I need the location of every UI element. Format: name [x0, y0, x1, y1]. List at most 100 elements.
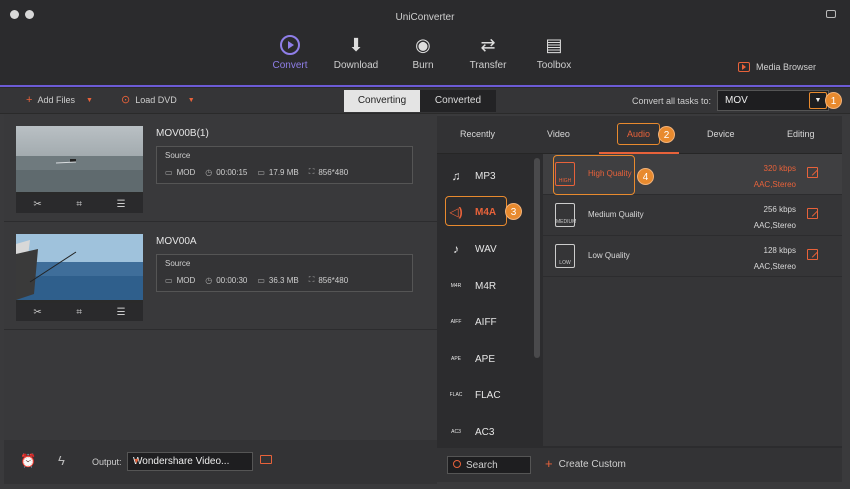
source-details: ▭ MOD ◷ 00:00:15 ▭ 17.9 MB ⛶ 856*480	[165, 167, 348, 177]
toolbox-icon: ▤	[545, 34, 563, 55]
nav-download[interactable]: ⬇ Download	[321, 34, 391, 72]
search-placeholder: Search	[466, 460, 498, 471]
conversion-tabs: Converting Converted	[344, 90, 496, 112]
bottom-bar: ⏰ ϟ Output: Wondershare Video... ▼	[4, 440, 437, 484]
video-thumbnail[interactable]: ✂ ⌗ ☰	[16, 126, 143, 213]
search-input[interactable]: Search	[447, 456, 531, 474]
chevron-down-icon: ▼	[133, 458, 140, 465]
bitrate: 128 kbps	[763, 246, 796, 255]
main-nav: Convert ⬇ Download ◉ Burn ⇄ Transfer ▤ T…	[0, 34, 850, 74]
convert-icon	[279, 34, 301, 56]
quality-specs: 128 kbps AAC,Stereo	[754, 243, 796, 275]
tab-video[interactable]: Video	[547, 129, 570, 139]
format-label: APE	[475, 353, 496, 365]
media-browser-icon	[737, 62, 750, 72]
tab-recently[interactable]: Recently	[460, 129, 495, 139]
source-size-value: 17.9 MB	[268, 167, 299, 177]
folder-icon: ▭	[257, 275, 265, 285]
trim-icon[interactable]: ✂	[33, 199, 41, 210]
format-item-mp3[interactable]: ♫ MP3	[441, 158, 531, 194]
codec: AAC,Stereo	[753, 262, 796, 271]
tab-converted[interactable]: Converted	[420, 90, 496, 112]
video-preview-image	[16, 126, 143, 192]
file-name: MOV00A	[156, 236, 197, 247]
quality-item-medium[interactable]: MEDIUM Medium Quality 256 kbps AAC,Stere…	[543, 195, 842, 236]
effects-icon[interactable]: ☰	[117, 307, 126, 318]
thumbnail-toolbar: ✂ ⌗ ☰	[16, 195, 143, 213]
format-label: M4R	[475, 280, 497, 292]
source-resolution: ⛶ 856*480	[309, 167, 348, 177]
source-info[interactable]: Source ▭ MOD ◷ 00:00:30 ▭ 36.3 MB ⛶ 856*480	[156, 254, 413, 292]
nav-toolbox[interactable]: ▤ Toolbox	[519, 34, 589, 72]
output-folder-select[interactable]: Wondershare Video... ▼	[127, 452, 253, 471]
edit-icon[interactable]	[807, 249, 818, 260]
film-icon: ▭	[165, 275, 173, 285]
source-duration: ◷ 00:00:30	[205, 275, 247, 285]
source-size: ▭ 36.3 MB	[257, 275, 298, 285]
audio-file-icon: LOW	[555, 244, 575, 268]
tab-device[interactable]: Device	[707, 129, 735, 139]
transfer-icon: ⇄	[480, 34, 496, 55]
add-files-button[interactable]: + Add Files ▼	[26, 94, 93, 106]
convert-all-select[interactable]: MOV ▼	[717, 90, 829, 111]
format-label: WAV	[475, 243, 497, 255]
create-custom-button[interactable]: + Create Custom	[545, 457, 626, 470]
media-browser-button[interactable]: Media Browser	[737, 62, 816, 72]
trim-icon[interactable]: ✂	[33, 307, 41, 318]
nav-burn[interactable]: ◉ Burn	[388, 34, 458, 72]
file-row[interactable]: ✂ ⌗ ☰ MOV00A Source ▭ MOD ◷ 00:00:30 ▭ 36.3…	[4, 222, 437, 330]
file-row[interactable]: ✂ ⌗ ☰ MOV00B(1) Source ▭ MOD ◷ 00:00:15 ▭ 1…	[4, 114, 437, 222]
crop-icon[interactable]: ⌗	[76, 307, 82, 318]
plus-icon: +	[26, 94, 33, 106]
format-item-aiff[interactable]: AIFF AIFF	[441, 304, 531, 340]
source-duration-value: 00:00:15	[216, 167, 248, 177]
source-duration: ◷ 00:00:15	[205, 167, 247, 177]
nav-download-label: Download	[333, 60, 379, 71]
edit-icon[interactable]	[807, 208, 818, 219]
format-item-m4r[interactable]: M4R M4R	[441, 268, 531, 304]
thumbnail-toolbar: ✂ ⌗ ☰	[16, 303, 143, 321]
tab-editing[interactable]: Editing	[787, 129, 815, 139]
search-icon	[453, 460, 461, 468]
format-item-flac[interactable]: FLAC FLAC	[441, 377, 531, 413]
source-size: ▭ 17.9 MB	[257, 167, 298, 177]
video-thumbnail[interactable]: ✂ ⌗ ☰	[16, 234, 143, 321]
m4r-file-icon: M4R	[450, 283, 462, 289]
window-title: UniConverter	[395, 12, 455, 23]
effects-icon[interactable]: ☰	[117, 199, 126, 210]
source-format-value: MOD	[176, 167, 196, 177]
audio-file-icon: MEDIUM	[555, 203, 576, 227]
format-item-ac3[interactable]: AC3 AC3	[441, 414, 531, 450]
film-icon: ▭	[165, 167, 173, 177]
quality-item-low[interactable]: LOW Low Quality 128 kbps AAC,Stereo	[543, 236, 842, 277]
format-label: FLAC	[475, 389, 501, 401]
lightning-icon[interactable]: ϟ	[58, 453, 65, 468]
nav-convert[interactable]: Convert	[255, 34, 325, 71]
crop-icon[interactable]: ⌗	[76, 199, 82, 210]
chevron-down-icon[interactable]: ▼	[86, 97, 93, 104]
message-icon[interactable]	[826, 10, 836, 18]
chevron-down-icon[interactable]: ▼	[188, 97, 195, 104]
codec: AAC,Stereo	[753, 180, 796, 189]
step-badge-3: 3	[505, 203, 522, 220]
format-label: MP3	[475, 170, 496, 182]
tab-converting[interactable]: Converting	[344, 90, 420, 112]
alarm-clock-icon[interactable]: ⏰	[20, 453, 36, 469]
source-info[interactable]: Source ▭ MOD ◷ 00:00:15 ▭ 17.9 MB ⛶ 856*480	[156, 146, 413, 184]
load-dvd-button[interactable]: ⊙ Load DVD ▼	[121, 95, 195, 106]
ape-file-icon: APE	[450, 356, 461, 362]
convert-all-label: Convert all tasks to:	[632, 96, 712, 106]
edit-icon[interactable]	[807, 167, 818, 178]
source-resolution-value: 856*480	[318, 167, 349, 177]
music-note-icon: ♫	[451, 169, 461, 183]
nav-transfer[interactable]: ⇄ Transfer	[453, 34, 523, 72]
media-browser-label: Media Browser	[755, 62, 816, 72]
audio-tab-highlight	[617, 123, 660, 145]
format-item-wav[interactable]: ♪ WAV	[441, 231, 531, 267]
source-format: ▭ MOD	[165, 167, 195, 177]
codec: AAC,Stereo	[753, 221, 796, 230]
format-item-ape[interactable]: APE APE	[441, 341, 531, 377]
disc-icon: ◉	[415, 34, 431, 55]
open-folder-icon[interactable]	[260, 455, 272, 464]
format-list-scrollbar[interactable]	[534, 158, 540, 358]
